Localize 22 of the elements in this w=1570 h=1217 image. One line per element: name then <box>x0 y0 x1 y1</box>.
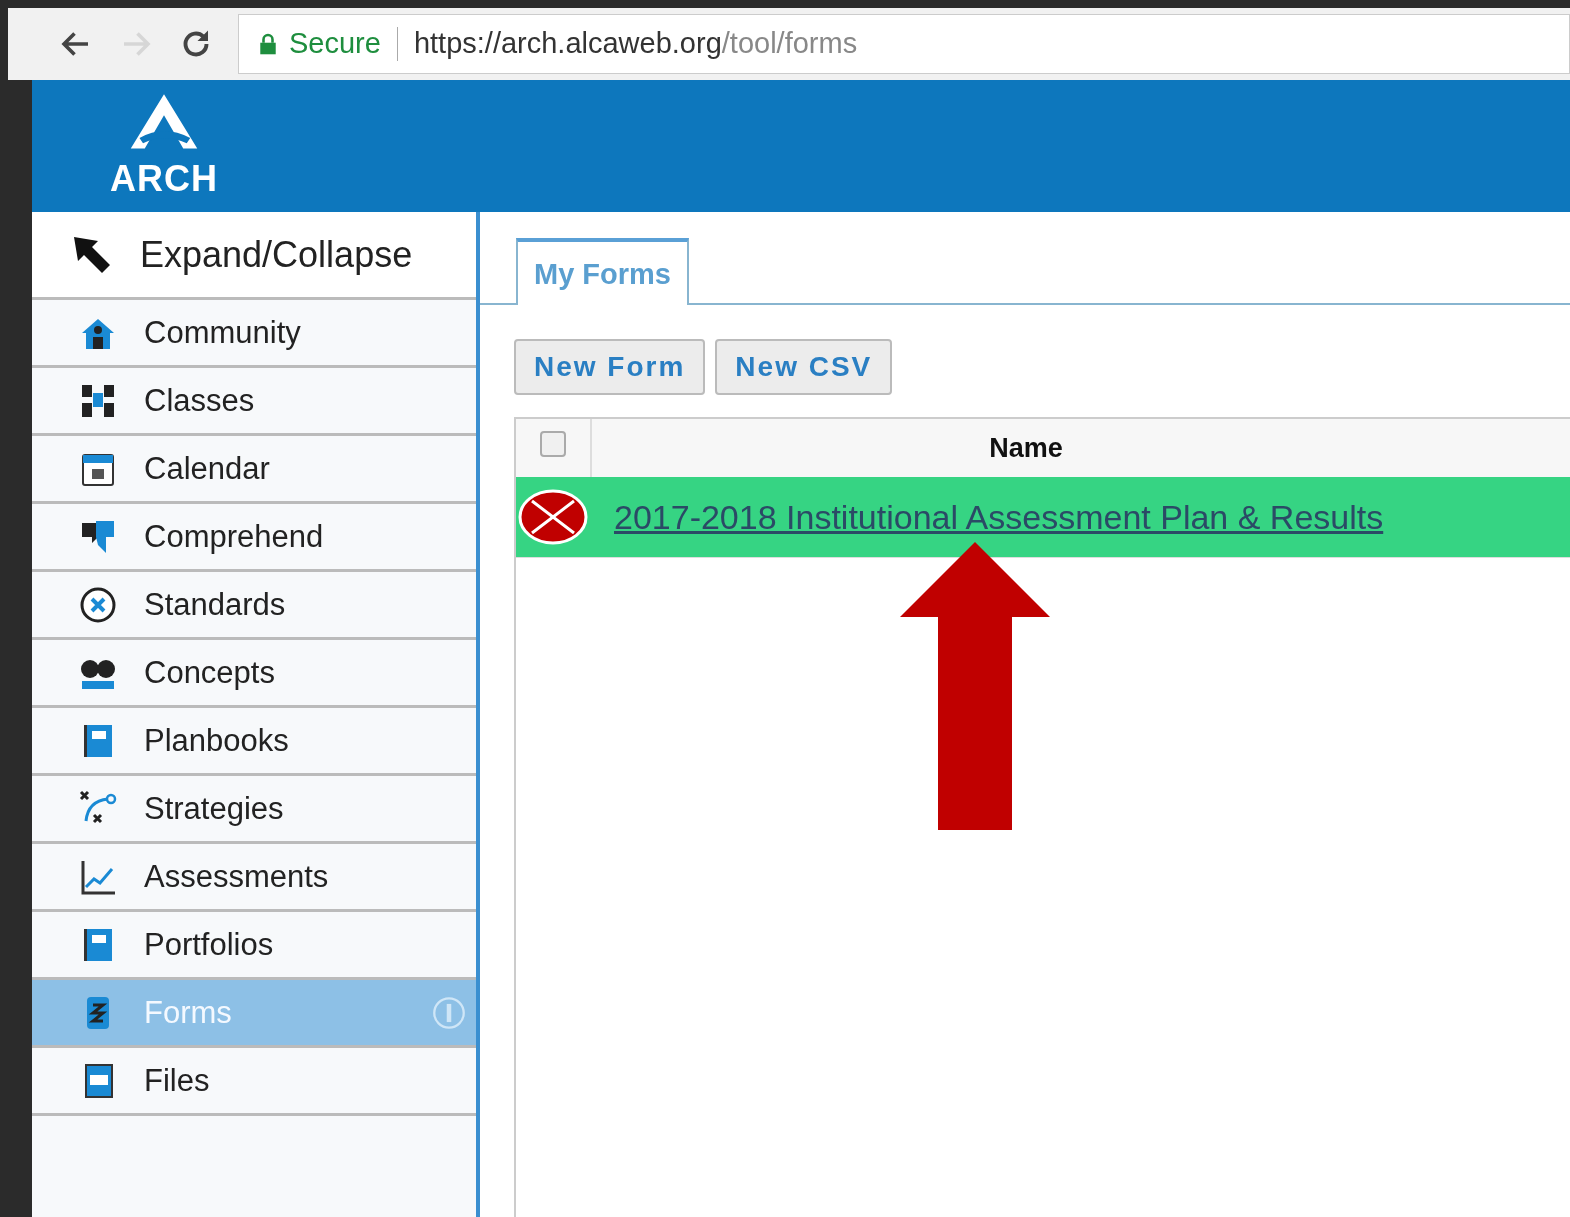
sidebar-item[interactable]: Community <box>32 300 476 368</box>
lock-icon <box>259 31 277 56</box>
sidebar-item[interactable]: Planbooks <box>32 708 476 776</box>
sidebar-item[interactable]: Concepts <box>32 640 476 708</box>
sidebar-item[interactable]: Assessments <box>32 844 476 912</box>
logo-text: ARCH <box>110 157 218 200</box>
new-csv-button[interactable]: New CSV <box>715 339 893 395</box>
secure-label: Secure <box>289 27 381 60</box>
expand-collapse-toggle[interactable]: Expand/Collapse <box>32 212 476 300</box>
sidebar-item[interactable]: Standards <box>32 572 476 640</box>
sidebar-item[interactable]: Comprehend <box>32 504 476 572</box>
url-text: https://arch.alcaweb.org/tool/forms <box>413 27 858 60</box>
new-form-button[interactable]: New Form <box>514 339 706 395</box>
sidebar-item[interactable]: Classes <box>32 368 476 436</box>
sidebar-item[interactable]: Files <box>32 1048 476 1116</box>
select-all-checkbox[interactable] <box>540 431 566 457</box>
delete-icon[interactable] <box>518 489 588 545</box>
address-bar[interactable]: Secure https://arch.alcaweb.org/tool/forms <box>238 13 1570 74</box>
sidebar-item[interactable]: Calendar <box>32 436 476 504</box>
sidebar-item[interactable]: Strategies <box>32 776 476 844</box>
form-link[interactable]: 2017-2018 Institutional Assessment Plan & Results <box>614 497 1384 537</box>
arrow-icon <box>72 234 112 275</box>
